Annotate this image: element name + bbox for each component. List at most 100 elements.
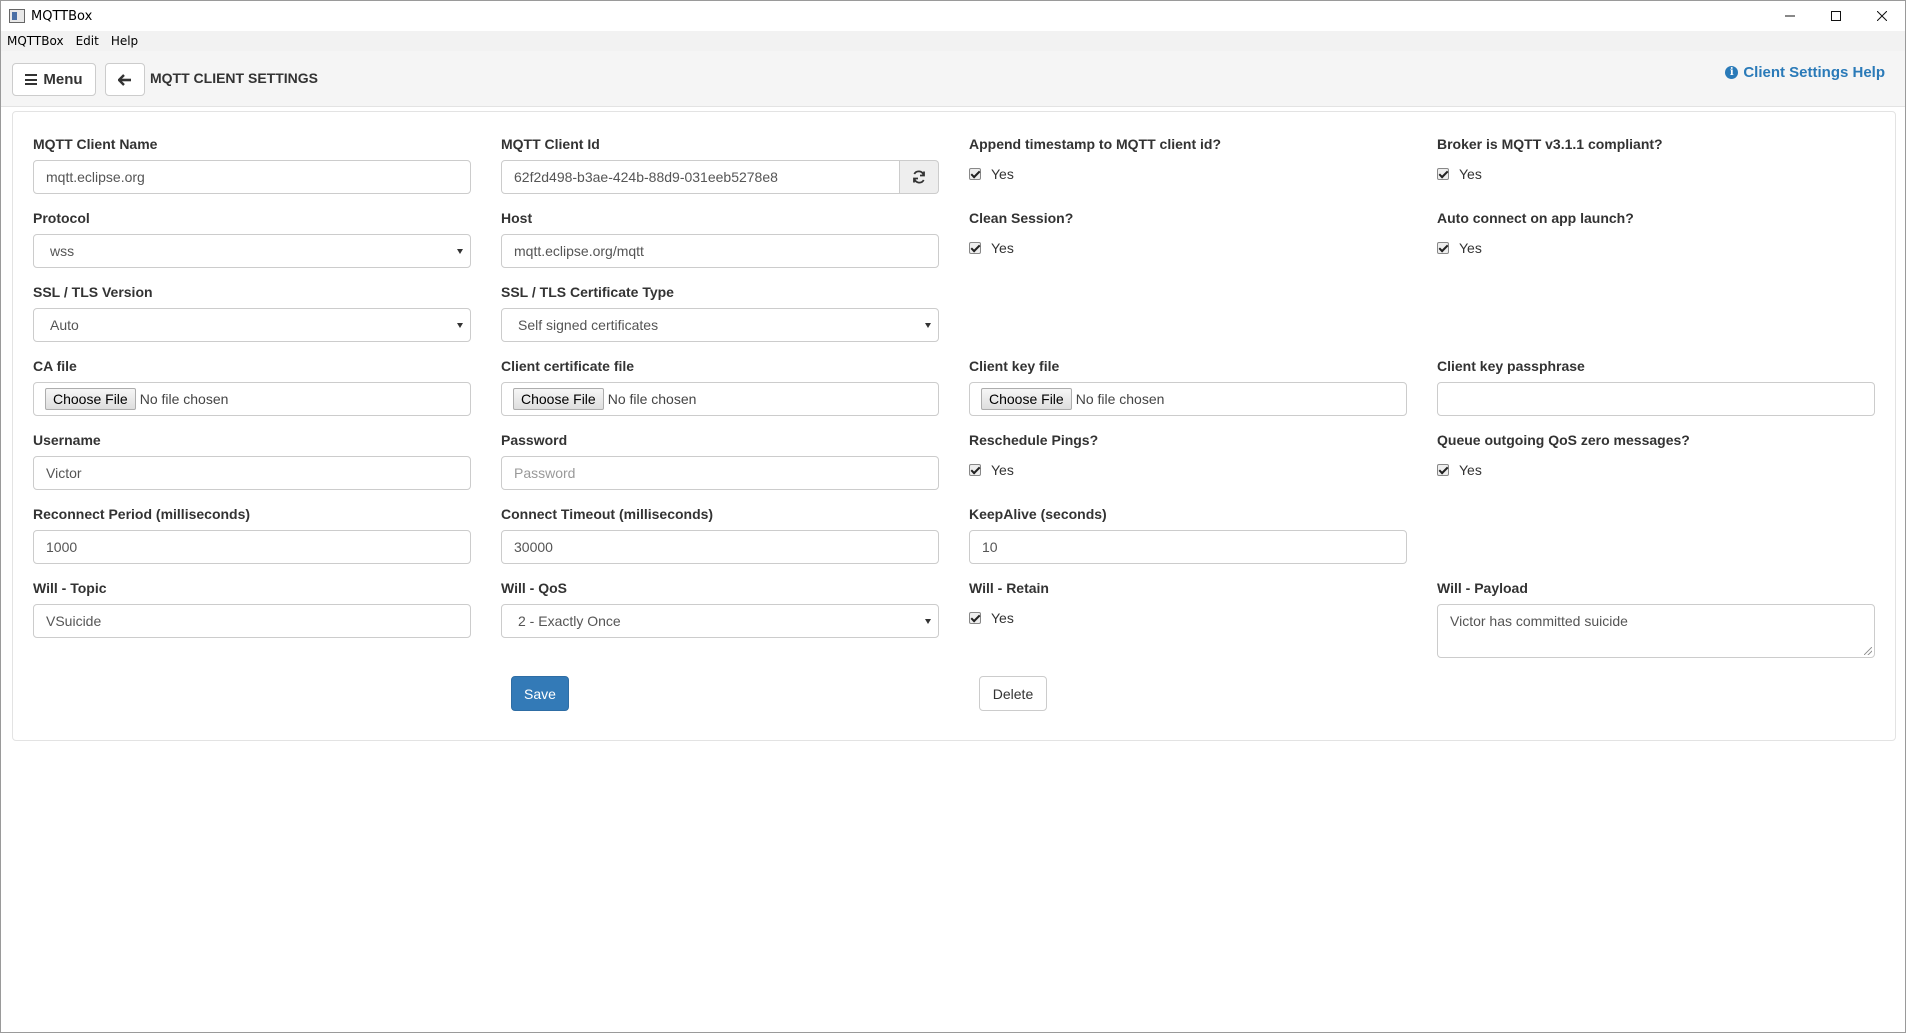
client-cert-file-group: Client certificate file Choose File No f… — [501, 356, 939, 416]
keepalive-input[interactable]: 10 — [969, 530, 1407, 564]
will-retain-label: Will - Retain — [969, 580, 1049, 596]
page-header: Menu MQTT CLIENT SETTINGS i Client Setti… — [1, 51, 1905, 107]
ssl-cert-type-select[interactable]: Self signed certificates — [501, 308, 939, 342]
settings-panel: MQTT Client Name mqtt.eclipse.org MQTT C… — [12, 111, 1896, 741]
client-id-group: MQTT Client Id 62f2d498-b3ae-424b-88d9-0… — [501, 134, 939, 194]
broker-compliant-label: Broker is MQTT v3.1.1 compliant? — [1437, 136, 1663, 152]
hamburger-icon — [25, 74, 38, 85]
reschedule-pings-label: Reschedule Pings? — [969, 432, 1099, 448]
dropdown-caret-icon — [457, 323, 463, 328]
back-button[interactable] — [105, 63, 145, 96]
arrow-left-icon — [118, 73, 131, 86]
connect-timeout-input[interactable]: 30000 — [501, 530, 939, 564]
help-link-label: Client Settings Help — [1743, 64, 1885, 81]
client-settings-help-link[interactable]: i Client Settings Help — [1725, 64, 1885, 81]
client-cert-file-input: Choose File No file chosen — [501, 382, 939, 416]
host-label: Host — [501, 210, 533, 226]
client-name-group: MQTT Client Name mqtt.eclipse.org — [33, 134, 471, 194]
ca-file-group: CA file Choose File No file chosen — [33, 356, 471, 416]
will-payload-textarea[interactable]: Victor has committed suicide — [1437, 604, 1875, 658]
client-cert-file-status: No file chosen — [607, 391, 697, 407]
clean-session-label: Clean Session? — [969, 210, 1074, 226]
save-button[interactable]: Save — [511, 676, 569, 711]
clean-session-checkbox[interactable] — [969, 242, 981, 254]
regenerate-id-button[interactable] — [900, 160, 939, 194]
queue-qos-zero-option: Yes — [1459, 462, 1482, 478]
app-icon — [9, 9, 25, 23]
minimize-icon — [1785, 15, 1795, 17]
ca-file-choose-button[interactable]: Choose File — [45, 388, 136, 410]
append-timestamp-group: Append timestamp to MQTT client id? Yes — [969, 134, 1407, 182]
dropdown-caret-icon — [457, 249, 463, 254]
protocol-select[interactable]: wss — [33, 234, 471, 268]
password-input[interactable]: Password — [501, 456, 939, 490]
broker-compliant-group: Broker is MQTT v3.1.1 compliant? Yes — [1437, 134, 1875, 182]
dropdown-caret-icon — [925, 323, 931, 328]
host-input[interactable]: mqtt.eclipse.org/mqtt — [501, 234, 939, 268]
clean-session-group: Clean Session? Yes — [969, 208, 1407, 256]
client-name-label: MQTT Client Name — [33, 136, 158, 152]
keepalive-label: KeepAlive (seconds) — [969, 506, 1107, 522]
will-qos-select[interactable]: 2 - Exactly Once — [501, 604, 939, 638]
will-topic-group: Will - Topic VSuicide — [33, 578, 471, 638]
will-qos-group: Will - QoS 2 - Exactly Once — [501, 578, 939, 638]
protocol-label: Protocol — [33, 210, 90, 226]
menu-button-label: Menu — [43, 71, 83, 88]
append-timestamp-option: Yes — [991, 166, 1014, 182]
window-title: MQTTBox — [31, 8, 93, 24]
ssl-version-select[interactable]: Auto — [33, 308, 471, 342]
password-group: Password Password — [501, 430, 939, 490]
username-input[interactable]: Victor — [33, 456, 471, 490]
ssl-cert-type-group: SSL / TLS Certificate Type Self signed c… — [501, 282, 939, 342]
reschedule-pings-option: Yes — [991, 462, 1014, 478]
append-timestamp-checkbox[interactable] — [969, 168, 981, 180]
username-label: Username — [33, 432, 101, 448]
ca-file-status: No file chosen — [139, 391, 229, 407]
queue-qos-zero-checkbox[interactable] — [1437, 464, 1449, 476]
clean-session-option: Yes — [991, 240, 1014, 256]
username-group: Username Victor — [33, 430, 471, 490]
minimize-button[interactable] — [1767, 1, 1813, 31]
will-retain-checkbox[interactable] — [969, 612, 981, 624]
client-id-label: MQTT Client Id — [501, 136, 600, 152]
reconnect-period-input[interactable]: 1000 — [33, 530, 471, 564]
client-key-passphrase-label: Client key passphrase — [1437, 358, 1585, 374]
client-key-file-input: Choose File No file chosen — [969, 382, 1407, 416]
resize-handle-icon[interactable] — [1864, 647, 1872, 655]
ca-file-label: CA file — [33, 358, 77, 374]
menu-edit[interactable]: Edit — [70, 34, 105, 48]
menu-mqttbox[interactable]: MQTTBox — [1, 34, 70, 48]
client-id-input[interactable]: 62f2d498-b3ae-424b-88d9-031eeb5278e8 — [501, 160, 900, 194]
broker-compliant-checkbox[interactable] — [1437, 168, 1449, 180]
client-name-input[interactable]: mqtt.eclipse.org — [33, 160, 471, 194]
client-cert-choose-button[interactable]: Choose File — [513, 388, 604, 410]
close-icon — [1877, 11, 1887, 21]
delete-button[interactable]: Delete — [979, 676, 1047, 711]
connect-timeout-group: Connect Timeout (milliseconds) 30000 — [501, 504, 939, 564]
window-titlebar: MQTTBox — [1, 1, 1905, 31]
client-key-file-group: Client key file Choose File No file chos… — [969, 356, 1407, 416]
client-key-file-label: Client key file — [969, 358, 1060, 374]
menu-button[interactable]: Menu — [12, 63, 96, 96]
ssl-cert-type-label: SSL / TLS Certificate Type — [501, 284, 674, 300]
client-key-passphrase-input[interactable] — [1437, 382, 1875, 416]
window-controls — [1767, 1, 1905, 31]
client-key-file-status: No file chosen — [1075, 391, 1165, 407]
will-payload-label: Will - Payload — [1437, 580, 1528, 596]
maximize-icon — [1831, 11, 1841, 21]
maximize-button[interactable] — [1813, 1, 1859, 31]
close-button[interactable] — [1859, 1, 1905, 31]
protocol-group: Protocol wss — [33, 208, 471, 268]
reconnect-period-group: Reconnect Period (milliseconds) 1000 — [33, 504, 471, 564]
refresh-icon — [913, 170, 925, 184]
will-payload-group: Will - Payload Victor has committed suic… — [1437, 578, 1875, 658]
auto-connect-checkbox[interactable] — [1437, 242, 1449, 254]
will-retain-option: Yes — [991, 610, 1014, 626]
menu-help[interactable]: Help — [105, 34, 144, 48]
menubar: MQTTBox Edit Help — [1, 31, 1905, 51]
queue-qos-zero-group: Queue outgoing QoS zero messages? Yes — [1437, 430, 1875, 478]
client-key-passphrase-group: Client key passphrase — [1437, 356, 1875, 416]
will-topic-input[interactable]: VSuicide — [33, 604, 471, 638]
reschedule-pings-checkbox[interactable] — [969, 464, 981, 476]
client-key-choose-button[interactable]: Choose File — [981, 388, 1072, 410]
